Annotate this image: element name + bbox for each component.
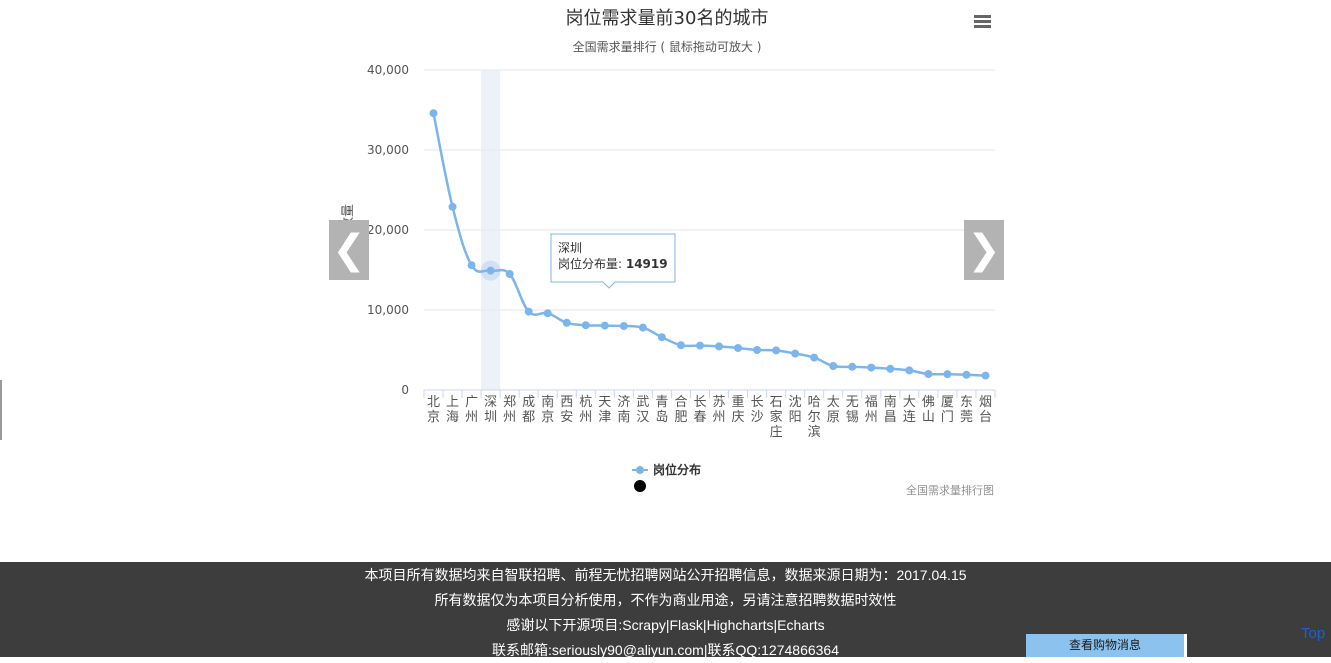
data-point[interactable] bbox=[581, 321, 590, 330]
x-tick-label: 石家庄 bbox=[770, 395, 783, 440]
y-tick-label: 40,000 bbox=[367, 63, 409, 77]
x-tick-label: 长沙 bbox=[751, 395, 764, 425]
chevron-left-icon[interactable]: ❮ bbox=[329, 220, 369, 280]
x-tick-label: 南昌 bbox=[884, 394, 897, 425]
x-tick-label: 武汉 bbox=[636, 395, 649, 425]
x-tick-label: 佛山 bbox=[922, 395, 935, 425]
data-point[interactable] bbox=[600, 321, 609, 330]
x-tick-label: 北京 bbox=[427, 395, 440, 425]
crosshair-band bbox=[481, 70, 501, 390]
x-tick-label: 深圳 bbox=[484, 395, 497, 425]
back-to-top-link[interactable]: Top bbox=[1301, 625, 1325, 642]
x-tick-label: 重庆 bbox=[732, 394, 745, 425]
data-point[interactable] bbox=[524, 307, 533, 316]
data-point[interactable] bbox=[943, 370, 952, 379]
data-point[interactable] bbox=[715, 342, 724, 351]
data-point[interactable] bbox=[886, 364, 895, 373]
legend-page-dot[interactable] bbox=[634, 480, 646, 492]
x-tick-label: 东莞 bbox=[960, 395, 973, 425]
x-tick-label: 济南 bbox=[617, 395, 630, 425]
data-point[interactable] bbox=[829, 362, 838, 370]
x-tick-label: 上海 bbox=[446, 395, 459, 425]
x-tick-label: 无锡 bbox=[846, 395, 859, 425]
x-tick-label: 苏州 bbox=[713, 394, 726, 425]
x-tick-label: 杭州 bbox=[579, 395, 592, 425]
x-tick-label: 南京 bbox=[541, 394, 554, 425]
legend-item[interactable]: 岗位分布 bbox=[632, 462, 701, 477]
data-point[interactable] bbox=[848, 362, 857, 371]
data-point[interactable] bbox=[753, 346, 762, 354]
data-point[interactable] bbox=[429, 109, 438, 118]
x-tick-label: 长春 bbox=[693, 395, 706, 425]
tooltip-value-line: 岗位分布量: 14919 bbox=[558, 256, 668, 271]
data-point[interactable] bbox=[505, 270, 514, 278]
data-point[interactable] bbox=[657, 333, 666, 342]
data-point[interactable] bbox=[619, 322, 628, 330]
x-tick-label: 烟台 bbox=[979, 395, 992, 425]
x-axis: 北京上海广州深圳郑州成都南京西安杭州天津济南武汉青岛合肥长春苏州重庆长沙石家庄沈… bbox=[423, 389, 996, 440]
menu-icon[interactable] bbox=[974, 15, 991, 28]
data-point[interactable] bbox=[791, 349, 800, 358]
footer-data-source: 本项目所有数据均来自智联招聘、前程无忧招聘网站公开招聘信息，数据来源日期为：20… bbox=[364, 567, 967, 583]
data-point[interactable] bbox=[962, 370, 971, 379]
x-tick-label: 福州 bbox=[865, 395, 878, 425]
left-edge-divider bbox=[0, 380, 2, 440]
y-axis-ticks: 0 10,000 20,000 30,000 40,000 bbox=[367, 63, 409, 397]
x-tick-label: 郑州 bbox=[503, 395, 516, 425]
grid-lines bbox=[424, 69, 995, 391]
tooltip-title: 深圳 bbox=[558, 241, 582, 255]
data-point[interactable] bbox=[467, 261, 476, 270]
x-tick-label: 厦门 bbox=[941, 395, 954, 425]
data-point[interactable] bbox=[638, 323, 647, 332]
chart-title: 岗位需求量前30名的城市 bbox=[566, 8, 769, 29]
data-point[interactable] bbox=[810, 353, 819, 362]
chart: 岗位需求量前30名的城市 全国需求量排行 ( 鼠标拖动可放大 ) 0 10,000… bbox=[341, 8, 996, 497]
x-tick-label: 沈阳 bbox=[789, 395, 802, 425]
data-point[interactable] bbox=[981, 371, 990, 380]
legend-label: 岗位分布 bbox=[653, 462, 701, 477]
x-tick-label: 太原 bbox=[827, 395, 840, 425]
x-tick-label: 哈尔滨 bbox=[808, 395, 821, 440]
x-tick-label: 合肥 bbox=[674, 395, 687, 425]
data-point[interactable] bbox=[905, 366, 914, 375]
view-cart-messages-button[interactable]: 查看购物消息 bbox=[1026, 634, 1187, 657]
x-tick-label: 青岛 bbox=[655, 395, 668, 425]
data-point[interactable] bbox=[486, 266, 495, 275]
data-point[interactable] bbox=[924, 370, 933, 378]
chart-subtitle: 全国需求量排行 ( 鼠标拖动可放大 ) bbox=[573, 39, 762, 54]
chevron-right-icon[interactable]: ❯ bbox=[964, 220, 1004, 280]
y-tick-label: 10,000 bbox=[367, 303, 409, 317]
x-tick-label: 大连 bbox=[903, 395, 916, 425]
legend-marker-symbol bbox=[636, 466, 644, 474]
tooltip-series-label: 岗位分布量: bbox=[558, 256, 626, 271]
data-point[interactable] bbox=[695, 341, 704, 350]
chart-credits[interactable]: 全国需求量排行图 bbox=[906, 483, 994, 497]
x-tick-label: 广州 bbox=[465, 395, 478, 425]
tooltip-value: 14919 bbox=[626, 257, 668, 271]
data-point[interactable] bbox=[772, 346, 781, 355]
data-point[interactable] bbox=[734, 344, 743, 352]
y-tick-label: 0 bbox=[401, 383, 409, 397]
footer-usage-note: 所有数据仅为本项目分析使用，不作为商业用途，另请注意招聘数据时效性 bbox=[434, 592, 897, 608]
tooltip: 深圳 岗位分布量: 14919 bbox=[550, 233, 676, 289]
data-point[interactable] bbox=[867, 363, 876, 372]
x-tick-label: 天津 bbox=[598, 395, 611, 425]
x-tick-label: 成都 bbox=[522, 395, 535, 425]
data-point[interactable] bbox=[562, 318, 571, 327]
y-tick-label: 30,000 bbox=[367, 143, 409, 157]
data-point[interactable] bbox=[676, 341, 685, 350]
x-tick-label: 西安 bbox=[560, 395, 573, 425]
data-point[interactable] bbox=[448, 202, 457, 211]
data-point[interactable] bbox=[543, 309, 552, 318]
series-line[interactable] bbox=[432, 112, 986, 377]
y-tick-label: 20,000 bbox=[367, 223, 409, 237]
series-path[interactable] bbox=[432, 112, 986, 377]
